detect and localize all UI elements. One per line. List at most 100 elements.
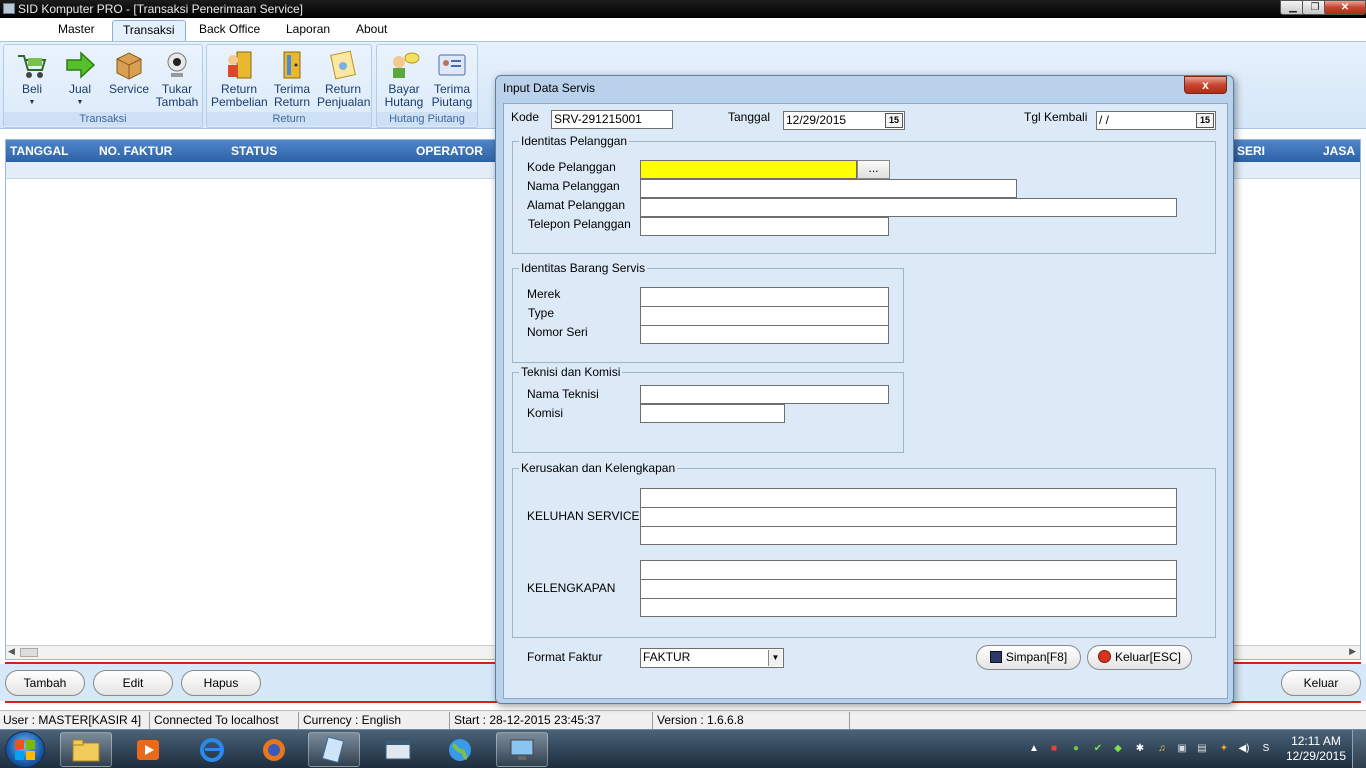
start-button[interactable] xyxy=(5,731,45,768)
column-status[interactable]: STATUS xyxy=(231,144,277,158)
kode-field[interactable]: SRV-291215001 xyxy=(551,110,673,129)
tambah-button[interactable]: Tambah xyxy=(5,670,85,696)
chevron-down-icon: ▼ xyxy=(76,99,84,106)
taskbar-internet-explorer[interactable] xyxy=(186,732,238,767)
column-operator[interactable]: OPERATOR xyxy=(416,144,483,158)
kelengkapan-line-1[interactable] xyxy=(640,560,1177,579)
menu-master[interactable]: Master xyxy=(48,18,105,41)
nomor-seri-field[interactable] xyxy=(640,325,889,344)
person-door-icon xyxy=(222,49,256,81)
return-penjualan-button[interactable]: Return Penjualan xyxy=(317,49,370,109)
taskbar-media-player[interactable] xyxy=(122,732,174,767)
simpan-label: Simpan[F8] xyxy=(1005,650,1068,664)
jual-button[interactable]: Jual ▼ xyxy=(58,49,102,109)
komisi-label: Komisi xyxy=(527,406,564,420)
terima-piutang-button[interactable]: Terima Piutang xyxy=(429,49,475,109)
bluetooth-tray-icon[interactable]: ✱ xyxy=(1134,743,1146,755)
alamat-pelanggan-field[interactable] xyxy=(640,198,1177,217)
nama-pelanggan-field[interactable] xyxy=(640,179,1017,198)
dialog-close-button[interactable]: x xyxy=(1184,76,1227,94)
volume-tray-icon[interactable]: ◀) xyxy=(1238,743,1250,755)
kelengkapan-line-2[interactable] xyxy=(640,579,1177,598)
taskbar-notepad[interactable] xyxy=(308,732,360,767)
hapus-button[interactable]: Hapus xyxy=(181,670,261,696)
note-icon xyxy=(326,49,360,81)
menu-about[interactable]: About xyxy=(346,18,397,41)
taskbar-sid-app[interactable] xyxy=(372,732,424,767)
telepon-pelanggan-field[interactable] xyxy=(640,217,889,236)
close-icon: x xyxy=(1202,78,1209,92)
tanggal-date-field[interactable]: 12/29/2015 15 xyxy=(783,111,905,130)
tukar-tambah-button[interactable]: Tukar Tambah xyxy=(154,49,200,109)
kelengkapan-line-3[interactable] xyxy=(640,598,1177,617)
ribbon-group-label: Hutang Piutang xyxy=(377,112,477,126)
usb-tray-icon[interactable]: ▣ xyxy=(1176,743,1188,755)
type-field[interactable] xyxy=(640,306,889,325)
scroll-left-icon[interactable]: ◀ xyxy=(8,646,15,657)
column-jasa[interactable]: JASA xyxy=(1323,144,1355,158)
simpan-button[interactable]: Simpan[F8] xyxy=(976,645,1081,670)
taskbar-firefox[interactable] xyxy=(248,732,300,767)
bayar-hutang-button[interactable]: Bayar Hutang xyxy=(381,49,427,109)
tgl-kembali-value: / / xyxy=(1099,113,1110,127)
flag-tray-icon[interactable]: ✦ xyxy=(1218,743,1230,755)
calendar-icon[interactable]: 15 xyxy=(1196,113,1214,128)
kode-pelanggan-field[interactable] xyxy=(640,160,857,179)
keluhan-line-3[interactable] xyxy=(640,526,1177,545)
menu-back-office[interactable]: Back Office xyxy=(189,18,270,41)
status-bar: User : MASTER[KASIR 4] Connected To loca… xyxy=(0,710,1366,729)
column-tanggal[interactable]: TANGGAL xyxy=(10,144,68,158)
show-desktop-button[interactable] xyxy=(1352,730,1366,768)
bayar-hutang-label-2: Hutang xyxy=(384,95,424,109)
taskbar-explorer[interactable] xyxy=(60,732,112,767)
scroll-right-icon[interactable]: ▶ xyxy=(1349,646,1356,657)
cart-icon xyxy=(15,49,49,81)
taskbar-globe-app[interactable] xyxy=(434,732,486,767)
menu-transaksi[interactable]: Transaksi xyxy=(112,20,186,41)
tukar-tambah-label-2: Tambah xyxy=(155,95,199,109)
return-pembelian-button[interactable]: Return Pembelian xyxy=(211,49,268,109)
scroll-thumb[interactable] xyxy=(20,648,38,657)
terima-return-button[interactable]: Terima Return xyxy=(269,49,315,109)
clock-time: 12:11 AM xyxy=(1291,734,1341,748)
keluar-esc-label: Keluar[ESC] xyxy=(1114,650,1182,664)
menu-bar: Master Transaksi Back Office Laporan Abo… xyxy=(0,18,1366,41)
keluhan-line-2[interactable] xyxy=(640,507,1177,526)
column-no-faktur[interactable]: NO. FAKTUR xyxy=(99,144,172,158)
check-tray-icon[interactable]: ✔ xyxy=(1092,743,1104,755)
tgl-kembali-date-field[interactable]: / / 15 xyxy=(1096,111,1216,130)
antivirus-tray-icon[interactable]: ■ xyxy=(1048,743,1060,755)
menu-laporan[interactable]: Laporan xyxy=(276,18,340,41)
skype-tray-icon[interactable]: S xyxy=(1260,743,1272,755)
network-tray-icon[interactable]: ● xyxy=(1070,743,1082,755)
nomor-seri-label: Nomor Seri xyxy=(527,325,588,339)
input-data-servis-dialog: Input Data Servis x Kode SRV-291215001 T… xyxy=(495,75,1234,704)
terima-return-label-2: Return xyxy=(273,95,311,109)
chevron-down-icon[interactable]: ▼ xyxy=(768,650,782,666)
format-faktur-select[interactable]: FAKTUR ▼ xyxy=(640,648,784,668)
service-button[interactable]: Service xyxy=(106,49,152,96)
taskbar-computer[interactable] xyxy=(496,732,548,767)
nama-teknisi-field[interactable] xyxy=(640,385,889,404)
audio-manager-tray-icon[interactable]: ♫ xyxy=(1156,743,1168,755)
lookup-pelanggan-button[interactable]: ... xyxy=(857,160,890,179)
sync-tray-icon[interactable]: ◆ xyxy=(1112,743,1124,755)
keluhan-line-1[interactable] xyxy=(640,488,1177,507)
close-window-button[interactable]: ✕ xyxy=(1324,0,1366,15)
keluar-button[interactable]: Keluar xyxy=(1281,670,1361,696)
edit-button[interactable]: Edit xyxy=(93,670,173,696)
calendar-icon[interactable]: 15 xyxy=(885,113,903,128)
tanggal-value: 12/29/2015 xyxy=(786,113,847,127)
column-seri[interactable]: SERI xyxy=(1237,144,1265,158)
alamat-pelanggan-label: Alamat Pelanggan xyxy=(527,198,626,212)
taskbar-clock[interactable]: 12:11 AM 12/29/2015 xyxy=(1286,734,1346,764)
show-hidden-icons[interactable]: ▲ xyxy=(1028,743,1040,755)
folder-icon xyxy=(72,739,100,761)
merek-field[interactable] xyxy=(640,287,889,306)
floppy-disk-icon xyxy=(989,651,1002,663)
komisi-field[interactable] xyxy=(640,404,785,423)
beli-button[interactable]: Beli ▼ xyxy=(10,49,54,109)
windows-taskbar: ▲ ■ ● ✔ ◆ ✱ ♫ ▣ ▤ ✦ ◀) S 12:11 AM 12/29/… xyxy=(0,729,1366,768)
keluar-esc-button[interactable]: Keluar[ESC] xyxy=(1087,645,1192,670)
device-tray-icon[interactable]: ▤ xyxy=(1196,743,1208,755)
